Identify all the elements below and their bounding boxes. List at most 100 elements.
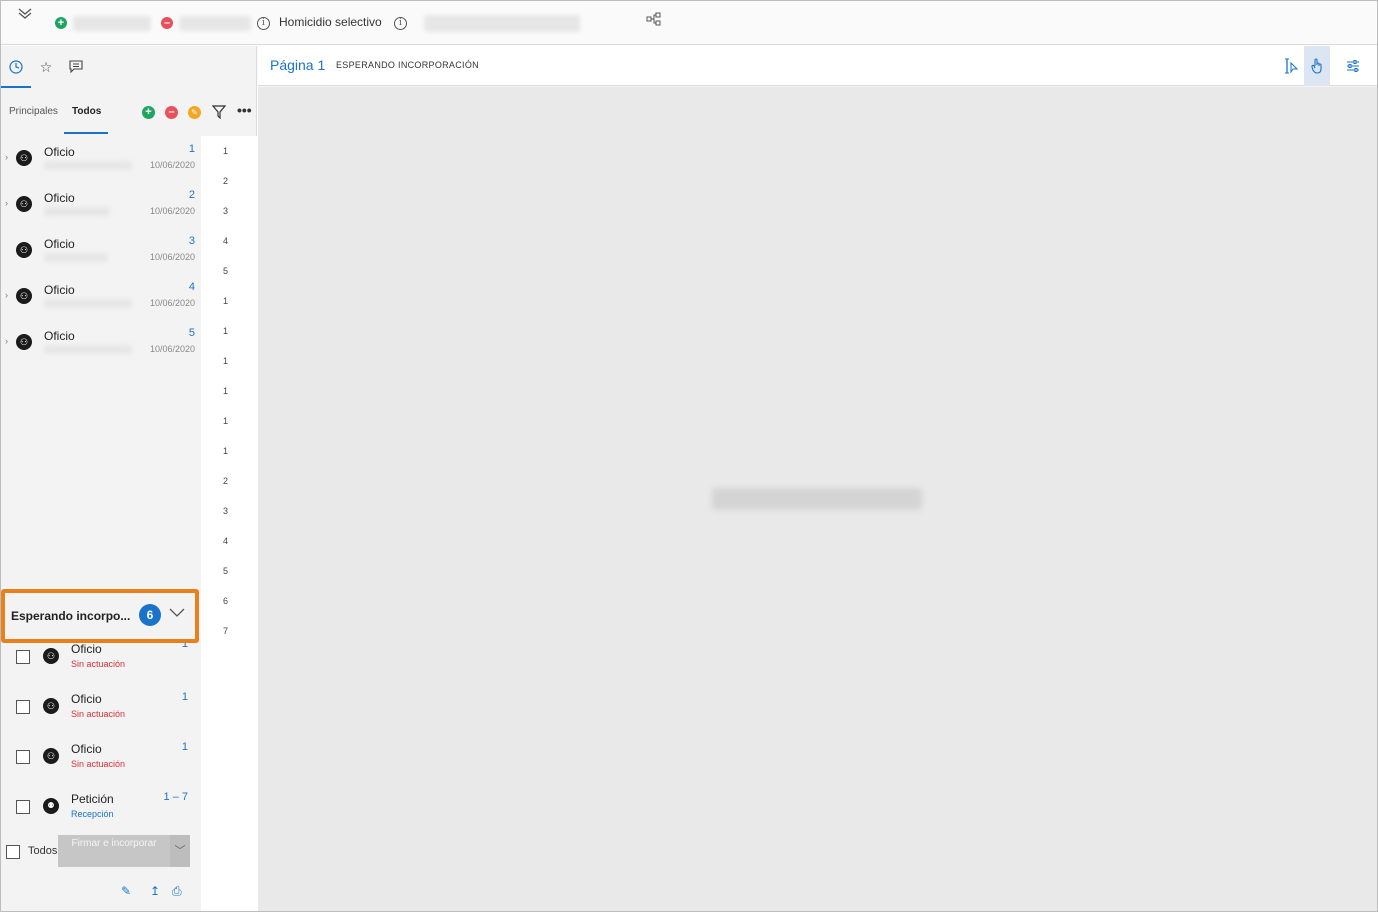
case-title: Homicidio selectivo — [279, 15, 382, 29]
item-status: Sin actuación — [71, 759, 126, 769]
item-checkbox[interactable] — [16, 750, 30, 764]
document-title: Oficio — [44, 329, 75, 343]
viewer-header: Página 1 ESPERANDO INCORPORACIÓN — [258, 46, 1377, 86]
add-icon[interactable]: + — [142, 106, 155, 119]
select-all-label: Todos — [28, 845, 58, 857]
page-number: 1 — [223, 356, 229, 366]
redacted-field — [44, 345, 132, 354]
page-number: 5 — [223, 266, 229, 276]
person-icon: ⚇ — [16, 334, 32, 350]
redacted-field — [44, 253, 108, 262]
redacted-field — [44, 299, 132, 308]
item-checkbox[interactable] — [16, 650, 30, 664]
waiting-section-header[interactable]: Esperando incorpo... 6 — [1, 589, 199, 643]
person-icon: ⚇ — [43, 748, 59, 764]
document-date: 10/06/2020 — [149, 298, 195, 308]
page-number: 2 — [223, 176, 229, 186]
person-icon: ⚇ — [43, 648, 59, 664]
chevron-right-icon[interactable]: › — [5, 152, 8, 162]
chevron-right-icon[interactable]: › — [5, 290, 8, 300]
document-date: 10/06/2020 — [149, 160, 195, 170]
edit-icon[interactable]: ✎ — [188, 106, 201, 119]
info-icon[interactable]: i — [257, 17, 270, 30]
person-icon: ⚇ — [16, 242, 32, 258]
redacted-field — [44, 161, 132, 170]
item-status: Sin actuación — [71, 709, 126, 719]
page-number: 2 — [223, 476, 229, 486]
document-title: Oficio — [44, 145, 75, 159]
document-title: Oficio — [44, 283, 75, 297]
list-item[interactable]: ⚇ Oficio 3 10/06/2020 — [1, 228, 201, 274]
document-date: 10/06/2020 — [149, 344, 195, 354]
settings-sliders-icon[interactable] — [1340, 46, 1366, 86]
text-select-icon[interactable] — [1278, 46, 1304, 86]
page-number: 4 — [223, 236, 229, 246]
document-number: 2 — [188, 189, 195, 201]
filter-icon[interactable] — [211, 105, 227, 124]
document-list: › ⚇ Oficio 1 10/06/2020 › ⚇ Oficio 2 10/… — [1, 136, 201, 636]
page-number: 1 — [223, 386, 229, 396]
chevron-down-icon[interactable] — [169, 605, 185, 621]
tab-todos[interactable]: Todos — [64, 90, 108, 134]
list-item[interactable]: › ⚇ Oficio 2 10/06/2020 — [1, 182, 201, 228]
redacted-field — [73, 16, 151, 31]
top-bar: + – i Homicidio selectivo i — [1, 1, 1377, 45]
document-date: 10/06/2020 — [149, 252, 195, 262]
item-checkbox[interactable] — [16, 800, 30, 814]
document-number: 5 — [188, 327, 195, 339]
select-all-checkbox[interactable] — [6, 845, 20, 859]
list-item[interactable]: ⚇ Oficio Sin actuación 1 — [1, 638, 201, 692]
page-number: 5 — [223, 566, 229, 576]
remove-icon[interactable]: – — [161, 17, 173, 29]
item-checkbox[interactable] — [16, 700, 30, 714]
list-item[interactable]: › ⚇ Oficio 4 10/06/2020 — [1, 274, 201, 320]
upload-icon[interactable]: ↥ — [150, 884, 160, 898]
history-icon[interactable] — [1, 46, 31, 88]
list-item[interactable]: › ⚇ Oficio 5 10/06/2020 — [1, 320, 201, 366]
redacted-field — [179, 16, 251, 31]
item-title: Petición — [71, 792, 114, 806]
page-number: 1 — [223, 416, 229, 426]
count-badge: 6 — [139, 604, 161, 626]
left-tabs: ☆ — [1, 46, 257, 88]
item-title: Oficio — [71, 742, 102, 756]
print-icon[interactable]: ⎙ — [172, 884, 182, 899]
person-icon: ⚇ — [16, 288, 32, 304]
add-icon[interactable]: + — [55, 17, 67, 29]
tab-principales[interactable]: Principales — [9, 90, 58, 134]
more-icon[interactable]: ••• — [237, 102, 252, 118]
redacted-field — [424, 15, 580, 32]
chevron-right-icon[interactable]: › — [5, 336, 8, 346]
page-number-column: 1 2 3 4 5 1 1 1 1 1 1 2 3 4 5 6 7 — [201, 136, 257, 911]
page-number: 1 — [223, 146, 229, 156]
page-number: 1 — [223, 326, 229, 336]
workflow-icon[interactable] — [646, 12, 662, 31]
chevron-right-icon[interactable]: › — [5, 198, 8, 208]
item-pages: 1 – 7 — [163, 791, 188, 803]
page-number: 3 — [223, 206, 229, 216]
item-pages: 1 — [181, 691, 188, 703]
info-icon[interactable]: i — [394, 17, 407, 30]
person-icon: ⚇ — [16, 150, 32, 166]
sign-incorporate-button[interactable]: Firmar e incorporar — [58, 835, 170, 867]
redacted-field — [44, 207, 110, 216]
left-panel: ☆ Principales Todos + – ✎ ••• › ⚇ Oficio… — [1, 46, 257, 911]
people-icon: ⚉ — [43, 798, 59, 814]
remove-icon[interactable]: – — [165, 106, 178, 119]
item-title: Oficio — [71, 642, 102, 656]
collapse-chevron-icon[interactable] — [18, 7, 32, 23]
sign-dropdown-button[interactable]: ﹀ — [170, 835, 190, 867]
document-title: Oficio — [44, 237, 75, 251]
page-number: 4 — [223, 536, 229, 546]
list-item[interactable]: ⚇ Oficio Sin actuación 1 — [1, 741, 201, 792]
hand-tool-icon[interactable] — [1304, 46, 1330, 86]
list-item[interactable]: › ⚇ Oficio 1 10/06/2020 — [1, 136, 201, 182]
redacted-placeholder-text — [712, 488, 922, 510]
edit-document-icon[interactable]: ✎ — [121, 884, 131, 898]
document-canvas[interactable] — [258, 87, 1377, 911]
comment-icon[interactable] — [61, 46, 91, 88]
page-number: 7 — [223, 626, 229, 636]
document-date: 10/06/2020 — [149, 206, 195, 216]
star-icon[interactable]: ☆ — [31, 46, 61, 88]
list-item[interactable]: ⚇ Oficio Sin actuación 1 — [1, 691, 201, 742]
